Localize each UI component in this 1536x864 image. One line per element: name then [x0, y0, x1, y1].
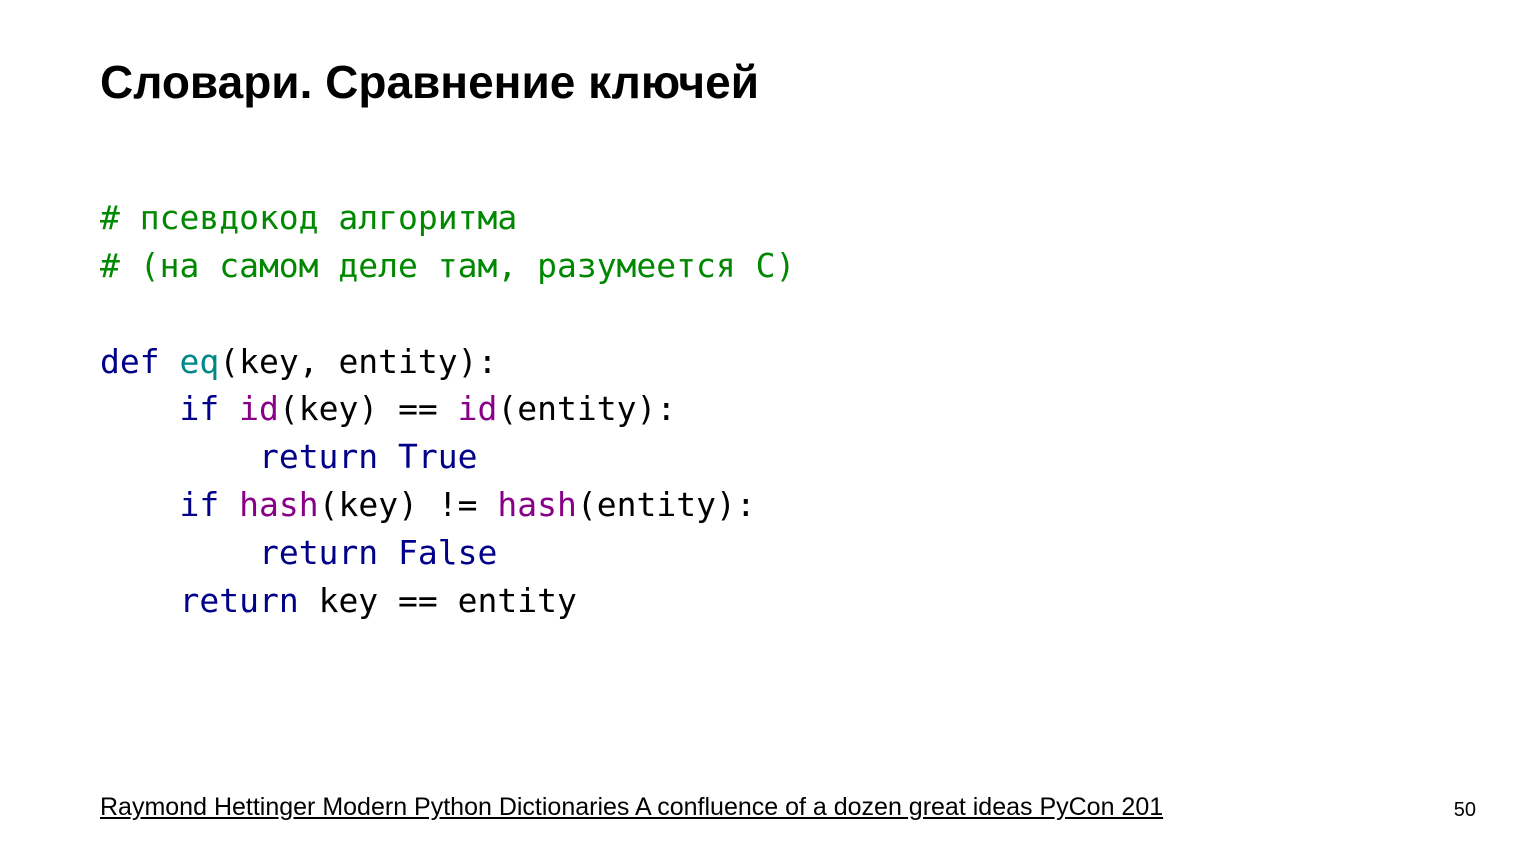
- slide-container: Словари. Сравнение ключей # псевдокод ал…: [0, 0, 1536, 864]
- page-number: 50: [1454, 799, 1476, 822]
- code-kw-def: def: [100, 342, 160, 381]
- code-sig: (key, entity):: [219, 342, 497, 381]
- code-block: # псевдокод алгоритма # (на самом деле т…: [100, 194, 1436, 625]
- code-const-true: True: [398, 437, 477, 476]
- code-kw-return-1: return: [259, 437, 378, 476]
- code-line2-mid: (key) ==: [279, 389, 458, 428]
- code-kw-if-1: if: [179, 389, 219, 428]
- code-const-false: False: [398, 533, 497, 572]
- code-kw-return-3: return: [179, 581, 298, 620]
- code-kw-return-2: return: [259, 533, 378, 572]
- code-funcname: eq: [179, 342, 219, 381]
- slide-title: Словари. Сравнение ключей: [100, 55, 1436, 109]
- code-builtin-id-1: id: [239, 389, 279, 428]
- code-line4-mid: (key) !=: [319, 485, 498, 524]
- code-line4-end: (entity):: [577, 485, 756, 524]
- footer-reference-link[interactable]: Raymond Hettinger Modern Python Dictiona…: [100, 793, 1163, 822]
- code-line2-end: (entity):: [497, 389, 676, 428]
- code-builtin-hash-1: hash: [239, 485, 318, 524]
- code-kw-if-2: if: [179, 485, 219, 524]
- code-builtin-id-2: id: [458, 389, 498, 428]
- code-comment-1: # псевдокод алгоритма: [100, 198, 517, 237]
- code-comment-2: # (на самом деле там, разумеется С): [100, 246, 795, 285]
- code-builtin-hash-2: hash: [497, 485, 576, 524]
- code-line6-rest: key == entity: [299, 581, 577, 620]
